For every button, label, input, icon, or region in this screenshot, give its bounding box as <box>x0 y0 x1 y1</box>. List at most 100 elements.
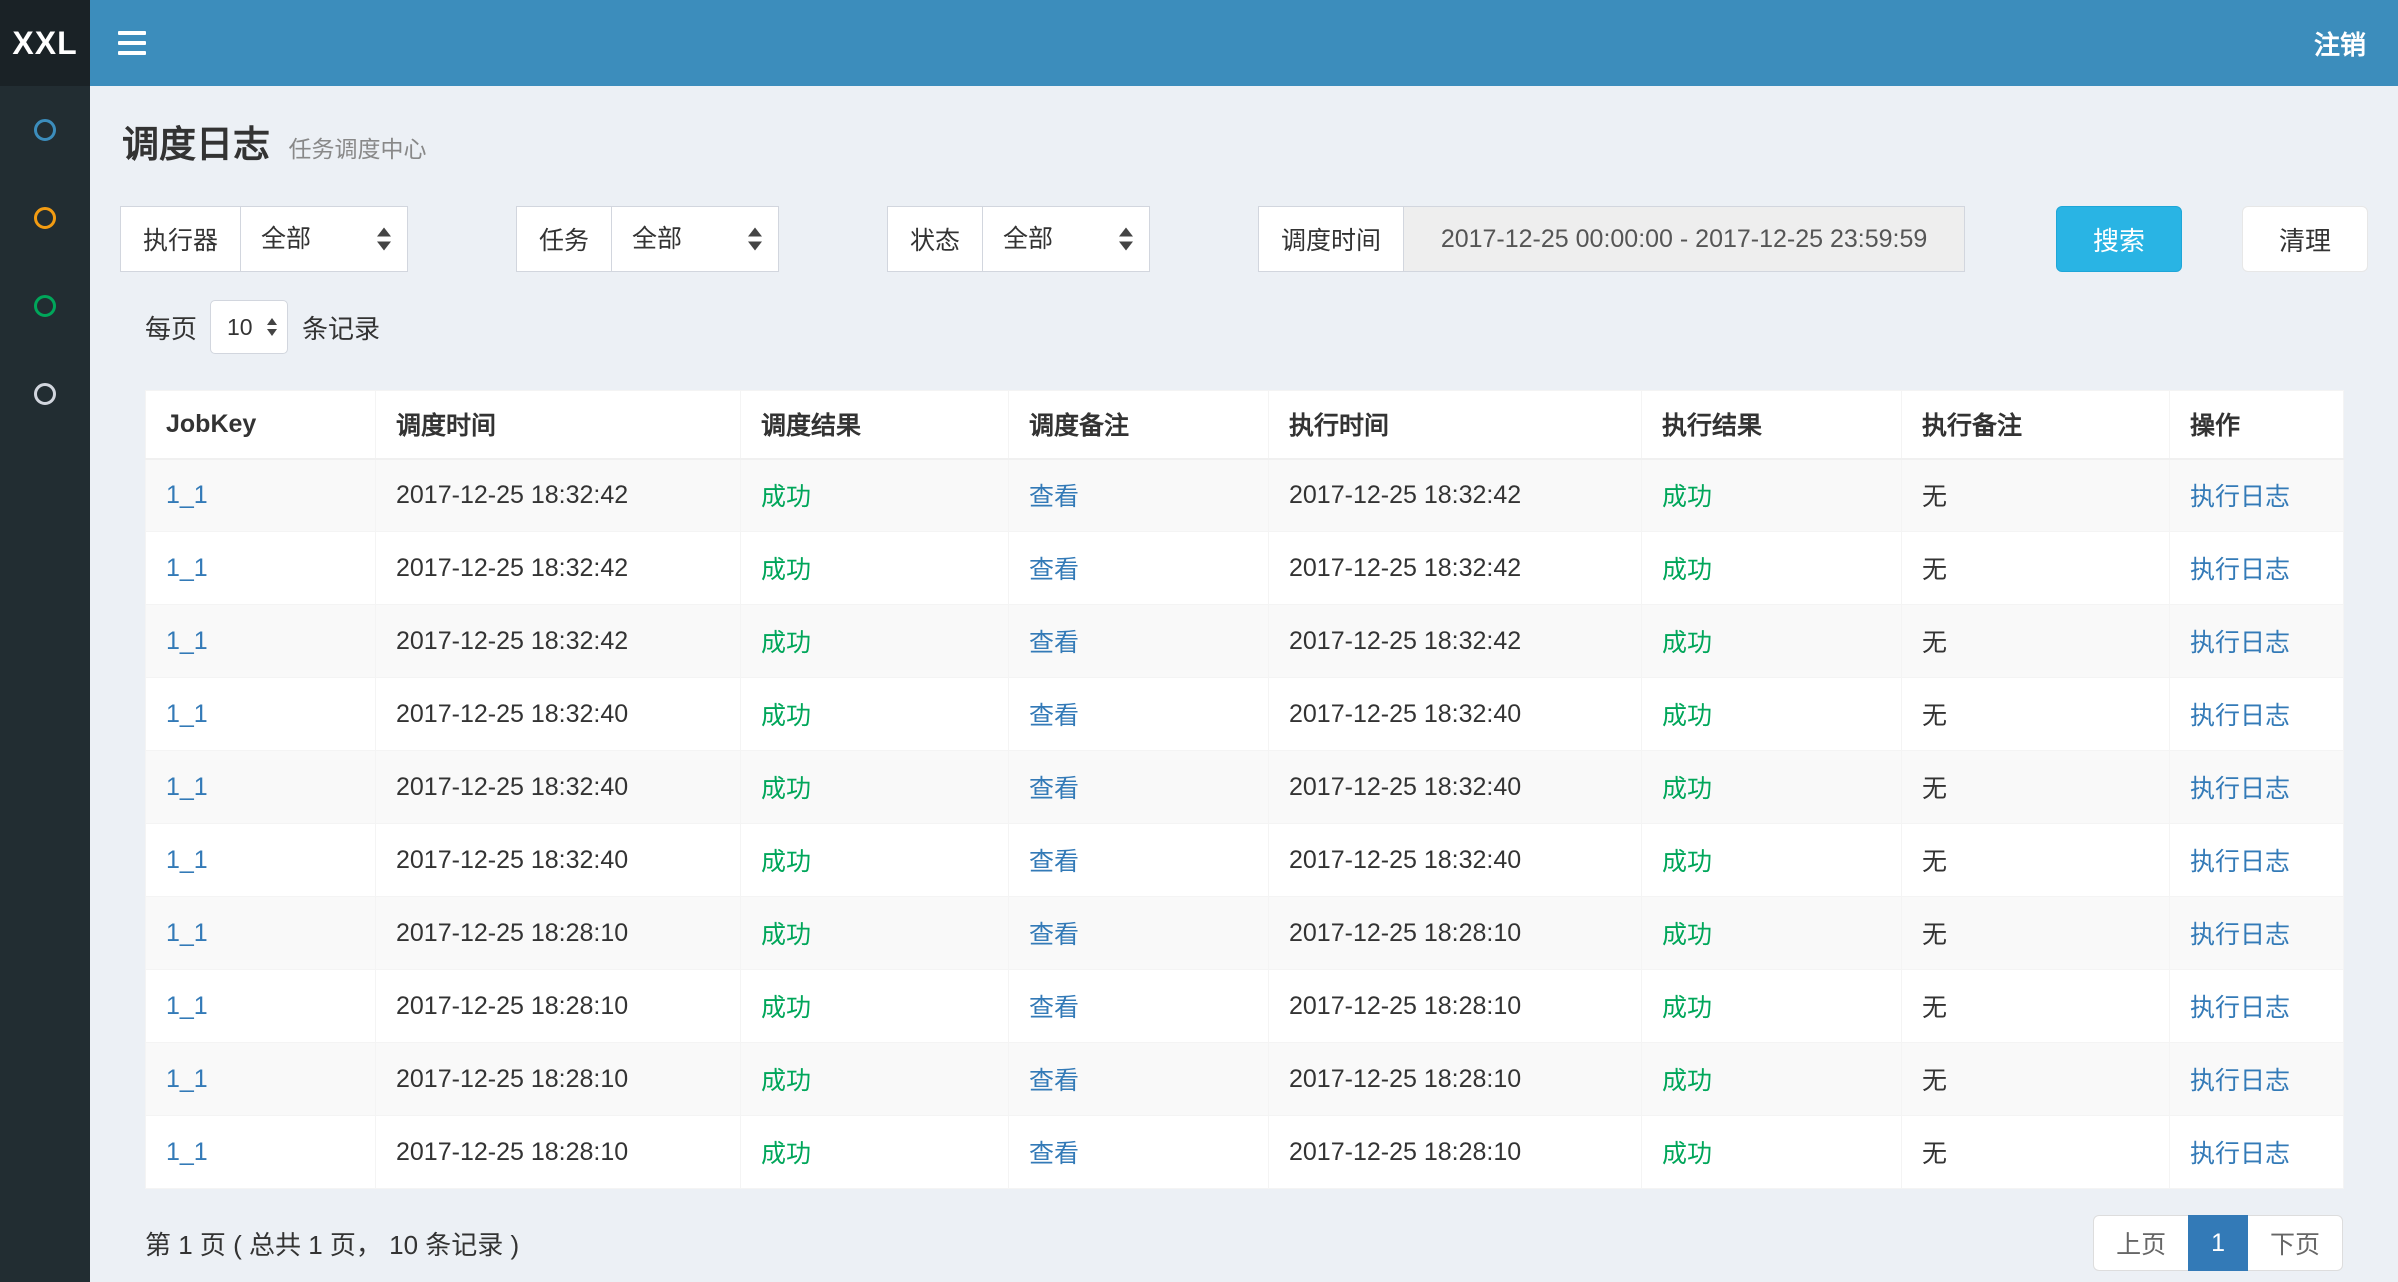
jobkey-link[interactable]: 1_1 <box>166 992 208 1020</box>
jobkey-link[interactable]: 1_1 <box>166 481 208 509</box>
jobkey-link[interactable]: 1_1 <box>166 773 208 801</box>
prev-page-button[interactable]: 上页 <box>2093 1215 2189 1271</box>
handle-result-text: 成功 <box>1662 1067 1712 1095</box>
trigger-time-cell: 2017-12-25 18:32:42 <box>376 605 741 678</box>
column-trigger-time: 调度时间 <box>376 391 741 459</box>
trigger-msg-link[interactable]: 查看 <box>1029 775 1079 803</box>
next-page-button[interactable]: 下页 <box>2247 1215 2343 1271</box>
handle-time-cell: 2017-12-25 18:32:42 <box>1269 459 1642 532</box>
app-root: XXL 注销 调度日志 任务调度中心 <box>0 0 2398 1282</box>
handle-msg-cell: 无 <box>1902 605 2170 678</box>
trigger-result-text: 成功 <box>761 848 811 876</box>
handle-result-text: 成功 <box>1662 848 1712 876</box>
logout-link[interactable]: 注销 <box>2282 25 2398 62</box>
trigger-msg-link[interactable]: 查看 <box>1029 994 1079 1022</box>
page-size-select-wrap: 10 <box>210 300 288 354</box>
exec-log-link[interactable]: 执行日志 <box>2190 921 2290 949</box>
handle-msg-cell: 无 <box>1902 678 2170 751</box>
exec-log-link[interactable]: 执行日志 <box>2190 848 2290 876</box>
status-select[interactable]: 全部 <box>983 207 1149 271</box>
jobkey-link[interactable]: 1_1 <box>166 1065 208 1093</box>
jobkey-link[interactable]: 1_1 <box>166 554 208 582</box>
filter-job: 任务 全部 <box>516 206 779 272</box>
current-page-button[interactable]: 1 <box>2188 1215 2248 1271</box>
exec-log-link[interactable]: 执行日志 <box>2190 1067 2290 1095</box>
filter-trigger-time: 调度时间 <box>1258 206 1965 272</box>
page-header: 调度日志 任务调度中心 <box>120 86 2368 168</box>
table-row: 1_1 2017-12-25 18:32:40 成功 查看 2017-12-25… <box>146 751 2344 824</box>
circle-icon <box>34 119 56 141</box>
jobkey-link[interactable]: 1_1 <box>166 627 208 655</box>
sidebar-item-2[interactable] <box>0 174 90 262</box>
handle-msg-cell: 无 <box>1902 459 2170 532</box>
sidebar-item-3[interactable] <box>0 262 90 350</box>
pagination-summary: 第 1 页 ( 总共 1 页， 10 条记录 ) <box>145 1225 519 1262</box>
trigger-time-cell: 2017-12-25 18:28:10 <box>376 1116 741 1189</box>
navbar: 注销 <box>90 0 2398 86</box>
trigger-result-text: 成功 <box>761 775 811 803</box>
trigger-result-text: 成功 <box>761 1067 811 1095</box>
app-logo[interactable]: XXL <box>0 0 90 86</box>
table-footer: 第 1 页 ( 总共 1 页， 10 条记录 ) 上页 1 下页 <box>145 1215 2343 1271</box>
trigger-time-cell: 2017-12-25 18:28:10 <box>376 897 741 970</box>
trigger-time-range-input[interactable] <box>1403 206 1965 272</box>
trigger-msg-link[interactable]: 查看 <box>1029 629 1079 657</box>
jobkey-link[interactable]: 1_1 <box>166 1138 208 1166</box>
jobkey-link[interactable]: 1_1 <box>166 700 208 728</box>
log-table: JobKey 调度时间 调度结果 调度备注 执行时间 执行结果 执行备注 操作 … <box>145 390 2344 1189</box>
trigger-time-cell: 2017-12-25 18:32:40 <box>376 678 741 751</box>
jobkey-link[interactable]: 1_1 <box>166 919 208 947</box>
page-size-select[interactable]: 10 <box>211 301 287 353</box>
sidebar <box>0 86 90 1282</box>
exec-log-link[interactable]: 执行日志 <box>2190 1140 2290 1168</box>
circle-icon <box>34 207 56 229</box>
exec-log-link[interactable]: 执行日志 <box>2190 702 2290 730</box>
top-navbar: XXL 注销 <box>0 0 2398 86</box>
job-select[interactable]: 全部 <box>612 207 778 271</box>
sidebar-item-4[interactable] <box>0 350 90 438</box>
trigger-msg-link[interactable]: 查看 <box>1029 556 1079 584</box>
trigger-msg-link[interactable]: 查看 <box>1029 1067 1079 1095</box>
trigger-result-text: 成功 <box>761 556 811 584</box>
page-subtitle: 任务调度中心 <box>288 136 426 162</box>
trigger-msg-link[interactable]: 查看 <box>1029 702 1079 730</box>
trigger-result-text: 成功 <box>761 702 811 730</box>
handle-time-cell: 2017-12-25 18:32:40 <box>1269 824 1642 897</box>
handle-msg-cell: 无 <box>1902 897 2170 970</box>
exec-log-link[interactable]: 执行日志 <box>2190 483 2290 511</box>
circle-icon <box>34 383 56 405</box>
search-button[interactable]: 搜索 <box>2056 206 2182 272</box>
handle-result-text: 成功 <box>1662 702 1712 730</box>
table-row: 1_1 2017-12-25 18:32:42 成功 查看 2017-12-25… <box>146 605 2344 678</box>
sidebar-toggle-button[interactable] <box>90 0 174 86</box>
table-row: 1_1 2017-12-25 18:32:40 成功 查看 2017-12-25… <box>146 824 2344 897</box>
executor-select[interactable]: 全部 <box>241 207 407 271</box>
sidebar-item-1[interactable] <box>0 86 90 174</box>
handle-result-text: 成功 <box>1662 629 1712 657</box>
handle-time-cell: 2017-12-25 18:32:42 <box>1269 605 1642 678</box>
trigger-time-cell: 2017-12-25 18:32:42 <box>376 459 741 532</box>
exec-log-link[interactable]: 执行日志 <box>2190 775 2290 803</box>
trigger-msg-link[interactable]: 查看 <box>1029 848 1079 876</box>
trigger-msg-link[interactable]: 查看 <box>1029 921 1079 949</box>
filter-executor-label: 执行器 <box>120 206 241 272</box>
column-handle-result: 执行结果 <box>1642 391 1902 459</box>
handle-result-text: 成功 <box>1662 1140 1712 1168</box>
handle-time-cell: 2017-12-25 18:28:10 <box>1269 1116 1642 1189</box>
jobkey-link[interactable]: 1_1 <box>166 846 208 874</box>
filter-executor: 执行器 全部 <box>120 206 408 272</box>
trigger-result-text: 成功 <box>761 994 811 1022</box>
table-row: 1_1 2017-12-25 18:28:10 成功 查看 2017-12-25… <box>146 1116 2344 1189</box>
table-row: 1_1 2017-12-25 18:32:42 成功 查看 2017-12-25… <box>146 459 2344 532</box>
trigger-time-cell: 2017-12-25 18:28:10 <box>376 1043 741 1116</box>
trigger-msg-link[interactable]: 查看 <box>1029 483 1079 511</box>
clear-button[interactable]: 清理 <box>2242 206 2368 272</box>
exec-log-link[interactable]: 执行日志 <box>2190 994 2290 1022</box>
pagination: 上页 1 下页 <box>2094 1215 2343 1271</box>
exec-log-link[interactable]: 执行日志 <box>2190 629 2290 657</box>
page-size-suffix: 条记录 <box>302 309 380 346</box>
trigger-msg-link[interactable]: 查看 <box>1029 1140 1079 1168</box>
filter-status: 状态 全部 <box>887 206 1150 272</box>
job-select-wrap: 全部 <box>611 206 779 272</box>
exec-log-link[interactable]: 执行日志 <box>2190 556 2290 584</box>
